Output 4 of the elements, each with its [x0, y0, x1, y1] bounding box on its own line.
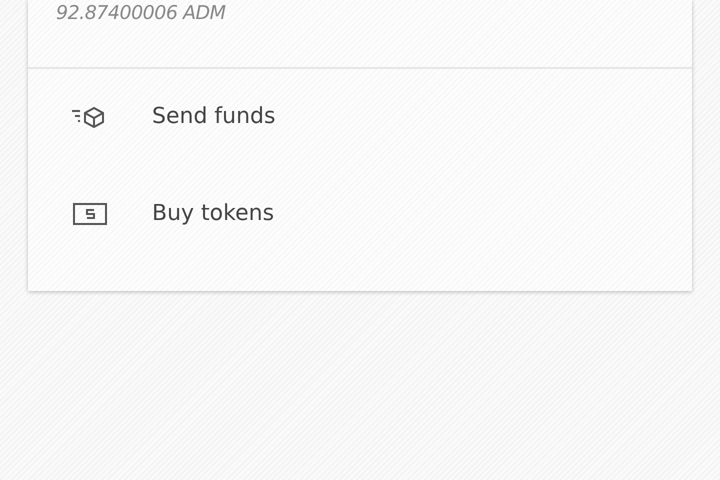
action-item[interactable]: Send funds	[28, 68, 692, 165]
action-item[interactable]: Buy tokens	[28, 165, 692, 262]
balance-amount: 92.87400006 ADM	[56, 1, 226, 26]
cash-icon	[70, 202, 108, 226]
